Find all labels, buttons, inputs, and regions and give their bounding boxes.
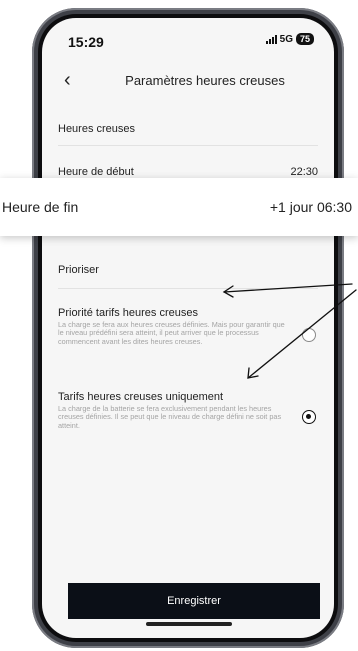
annotation-arrows: [222, 283, 357, 379]
arrow-to-only-option: [247, 289, 357, 379]
arrow-to-priority-option: [223, 283, 353, 293]
